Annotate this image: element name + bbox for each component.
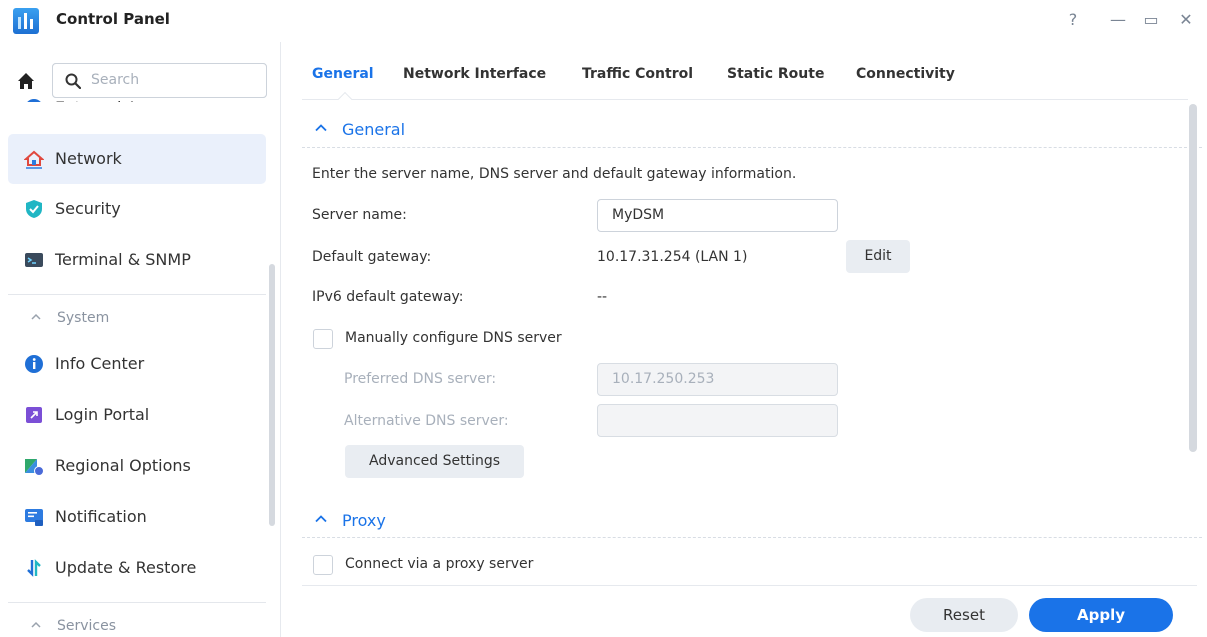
active-tab-indicator bbox=[337, 91, 353, 107]
tab-traffic-control[interactable]: Traffic Control bbox=[582, 66, 693, 82]
ipv6-gateway-label: IPv6 default gateway: bbox=[312, 289, 464, 305]
sidebar-item-label: Login Portal bbox=[55, 405, 150, 424]
help-icon[interactable]: ? bbox=[1063, 10, 1083, 29]
manual-dns-checkbox[interactable] bbox=[313, 329, 333, 349]
sidebar-item-label: Update & Restore bbox=[55, 558, 197, 577]
title-bar: Control Panel ? — ▭ ✕ bbox=[0, 0, 1207, 42]
tab-static-route[interactable]: Static Route bbox=[727, 66, 824, 82]
sidebar-divider bbox=[8, 602, 266, 603]
control-panel-app-icon bbox=[13, 8, 39, 34]
general-section-header[interactable]: General bbox=[314, 120, 514, 142]
sidebar-item-network[interactable]: Network bbox=[8, 134, 266, 184]
footer-divider bbox=[302, 585, 1197, 586]
notification-icon bbox=[25, 509, 43, 526]
section-title: Proxy bbox=[342, 511, 386, 530]
tab-underline bbox=[302, 99, 1188, 100]
general-description: Enter the server name, DNS server and de… bbox=[312, 166, 797, 182]
edit-gateway-button[interactable]: Edit bbox=[846, 240, 910, 273]
manual-dns-label: Manually configure DNS server bbox=[345, 330, 562, 346]
info-center-icon bbox=[25, 355, 43, 373]
advanced-settings-button[interactable]: Advanced Settings bbox=[345, 445, 524, 478]
search-placeholder: Search bbox=[91, 72, 140, 88]
maximize-icon[interactable]: ▭ bbox=[1141, 10, 1161, 29]
sidebar-item-label: Network bbox=[55, 149, 122, 168]
sidebar-section-label: Services bbox=[57, 618, 117, 634]
alternative-dns-field[interactable] bbox=[597, 404, 838, 437]
preferred-dns-field[interactable]: 10.17.250.253 bbox=[597, 363, 838, 396]
sidebar-section-services[interactable]: Services bbox=[8, 608, 266, 637]
tab-connectivity[interactable]: Connectivity bbox=[856, 66, 955, 82]
apply-button[interactable]: Apply bbox=[1029, 598, 1173, 632]
section-divider bbox=[302, 147, 1202, 148]
sidebar-item-label: Notification bbox=[55, 507, 147, 526]
update-restore-icon bbox=[27, 559, 41, 577]
proxy-section-header[interactable]: Proxy bbox=[314, 511, 514, 533]
sidebar-item-label: Terminal & SNMP bbox=[55, 250, 191, 269]
chevron-up-icon bbox=[315, 515, 327, 523]
server-name-field[interactable]: MyDSM bbox=[597, 199, 838, 232]
sidebar-item-label: Info Center bbox=[55, 354, 145, 373]
tab-general[interactable]: General bbox=[312, 66, 374, 82]
sidebar-section-system[interactable]: System bbox=[8, 300, 266, 340]
window-title: Control Panel bbox=[56, 10, 170, 28]
sidebar-item-regional-options[interactable]: Regional Options bbox=[8, 441, 266, 491]
reset-button[interactable]: Reset bbox=[910, 598, 1018, 632]
terminal-icon bbox=[25, 253, 43, 267]
sidebar-item-info-center[interactable]: Info Center bbox=[8, 339, 266, 389]
sidebar-item-notification[interactable]: Notification bbox=[8, 492, 266, 542]
sidebar-item-update-restore[interactable]: Update & Restore bbox=[8, 543, 266, 593]
sidebar-item-label: Security bbox=[55, 199, 121, 218]
chevron-up-icon bbox=[315, 124, 327, 132]
alternative-dns-label: Alternative DNS server: bbox=[344, 413, 509, 429]
search-input-overlay: Search bbox=[52, 63, 267, 98]
sidebar-item-security[interactable]: Security bbox=[8, 184, 266, 234]
network-icon bbox=[24, 150, 44, 169]
sidebar-section-label: System bbox=[57, 310, 110, 326]
section-title: General bbox=[342, 120, 406, 139]
ipv6-gateway-value: -- bbox=[597, 289, 608, 305]
chevron-up-icon bbox=[31, 313, 41, 320]
chevron-up-icon bbox=[31, 621, 41, 628]
default-gateway-label: Default gateway: bbox=[312, 249, 432, 265]
sidebar-divider bbox=[8, 294, 266, 295]
close-icon[interactable]: ✕ bbox=[1176, 10, 1196, 29]
server-name-label: Server name: bbox=[312, 207, 407, 223]
minimize-icon[interactable]: — bbox=[1108, 10, 1128, 29]
regional-options-icon bbox=[25, 459, 44, 476]
login-portal-icon bbox=[26, 407, 42, 423]
sidebar-item-terminal[interactable]: Terminal & SNMP bbox=[8, 235, 266, 285]
tab-network-interface[interactable]: Network Interface bbox=[403, 66, 546, 82]
proxy-checkbox[interactable] bbox=[313, 555, 333, 575]
preferred-dns-label: Preferred DNS server: bbox=[344, 371, 497, 387]
security-shield-icon bbox=[26, 200, 42, 218]
main-panel: General Network Interface Traffic Contro… bbox=[282, 42, 1207, 637]
sidebar-scrollbar[interactable] bbox=[269, 264, 275, 526]
default-gateway-value: 10.17.31.254 (LAN 1) bbox=[597, 249, 748, 265]
sidebar-item-label: Regional Options bbox=[55, 456, 191, 475]
section-divider bbox=[302, 537, 1202, 538]
main-scrollbar[interactable] bbox=[1189, 104, 1197, 452]
search-icon bbox=[65, 73, 81, 89]
sidebar: Search External Access Search Network Se… bbox=[0, 42, 281, 637]
proxy-label: Connect via a proxy server bbox=[345, 556, 534, 572]
sidebar-item-login-portal[interactable]: Login Portal bbox=[8, 390, 266, 440]
